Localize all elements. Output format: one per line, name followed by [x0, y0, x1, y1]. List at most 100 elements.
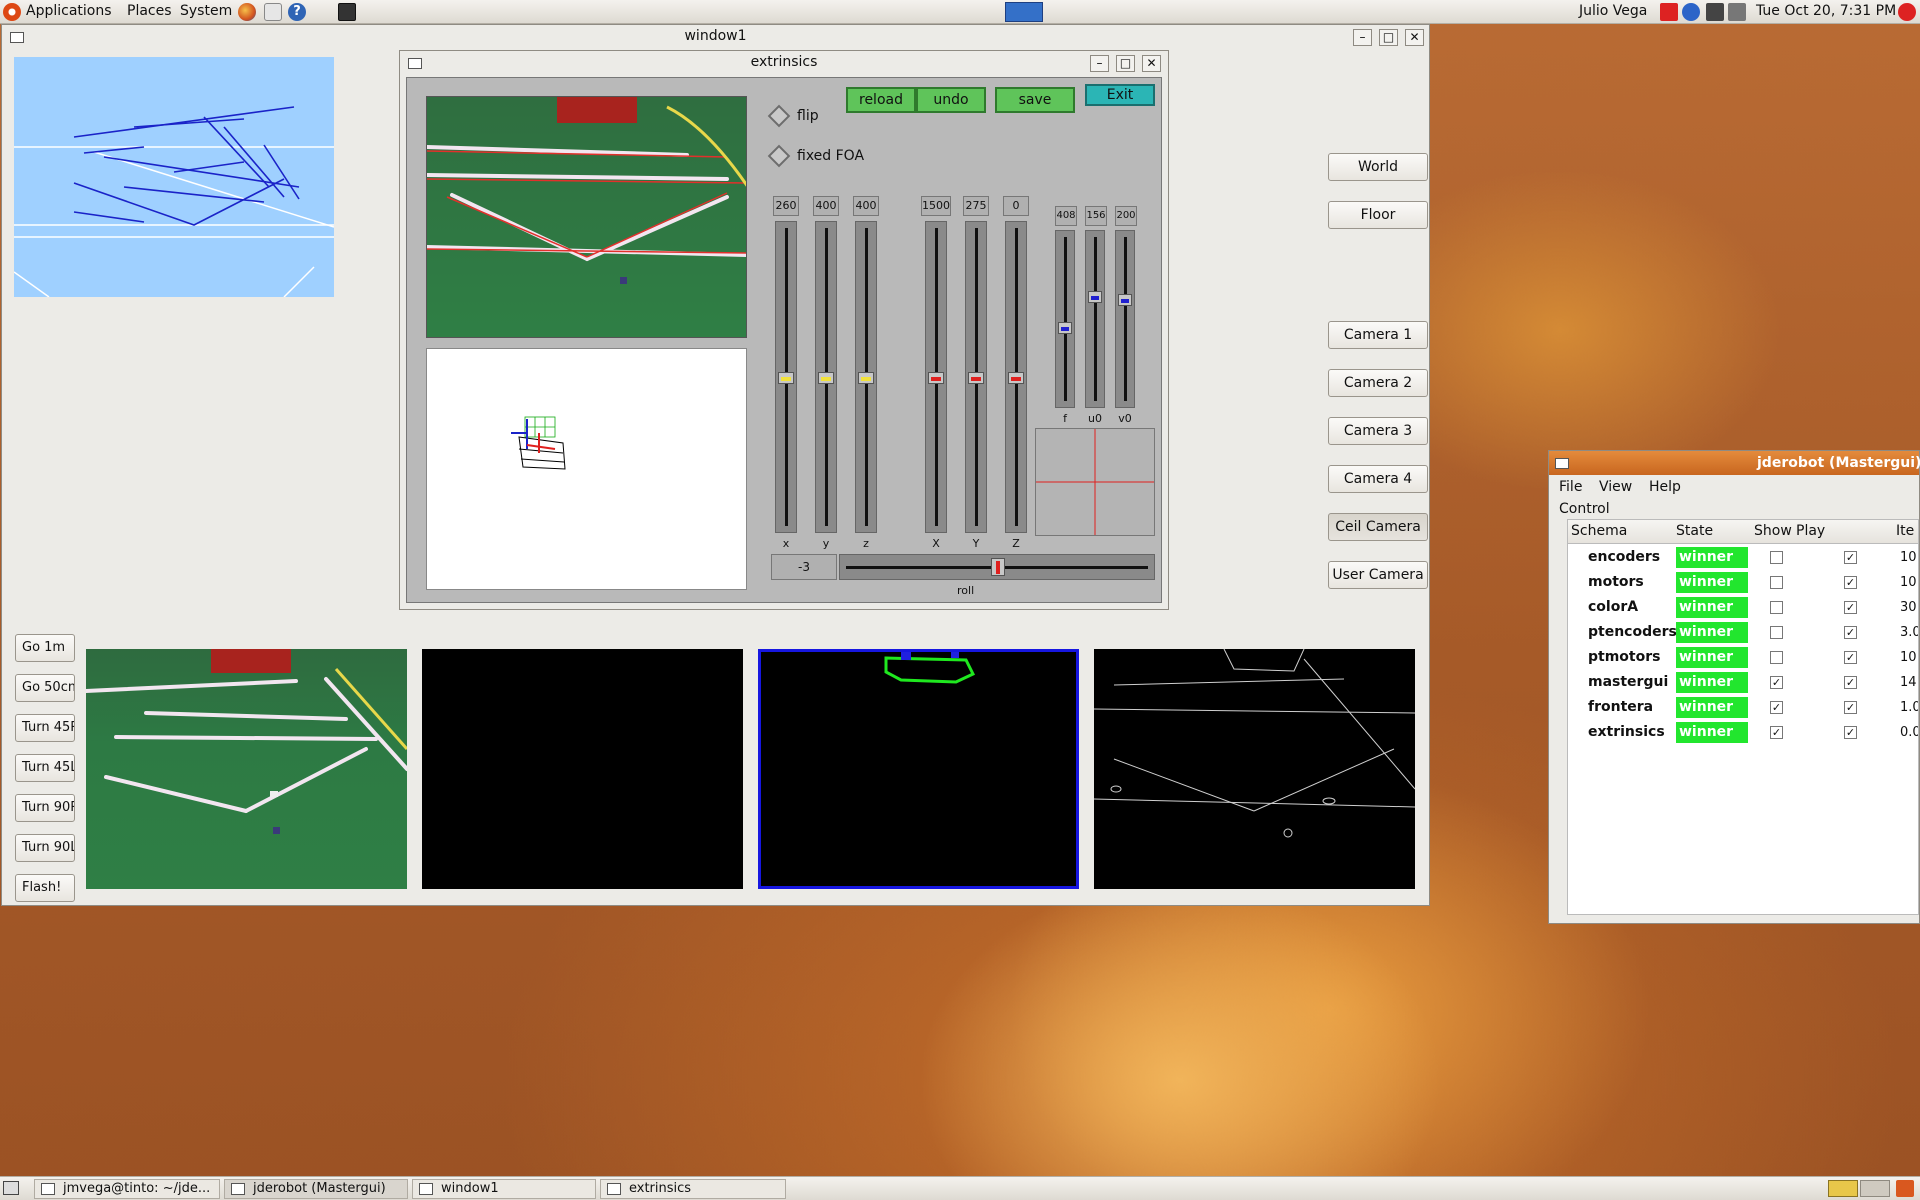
network-icon[interactable] — [1706, 3, 1724, 21]
extrinsics-camera-view[interactable] — [426, 96, 747, 338]
camera-1-button[interactable]: Camera 1 — [1328, 321, 1428, 349]
ubuntu-logo-icon[interactable] — [3, 3, 21, 21]
flip-toggle[interactable] — [767, 104, 791, 128]
workspace-2[interactable] — [1860, 1180, 1890, 1197]
task-extrinsics[interactable]: extrinsics — [600, 1179, 786, 1199]
task-mastergui[interactable]: jderobot (Mastergui) — [224, 1179, 408, 1199]
play-checkbox[interactable]: ✓ — [1844, 576, 1857, 589]
firefox-icon[interactable] — [238, 3, 256, 21]
camera-3-image[interactable] — [758, 649, 1079, 889]
close-button[interactable]: ✕ — [1142, 55, 1161, 72]
table-row[interactable]: extrinsics winner ✓ ✓ 0.0 — [1568, 721, 1918, 746]
slider-u0-thumb[interactable] — [1088, 291, 1102, 303]
show-checkbox[interactable] — [1770, 626, 1783, 639]
extrinsics-3d-view[interactable] — [426, 348, 747, 590]
camera-3-button[interactable]: Camera 3 — [1328, 417, 1428, 445]
floor-button[interactable]: Floor — [1328, 201, 1428, 229]
table-row[interactable]: ptencoders winner ✓ 3.0 — [1568, 621, 1918, 646]
slider-f-thumb[interactable] — [1058, 322, 1072, 334]
fixed-foa-toggle[interactable] — [767, 144, 791, 168]
mastergui-titlebar[interactable]: jderobot (Mastergui) — [1549, 451, 1920, 475]
maximize-button[interactable]: □ — [1116, 55, 1135, 72]
window-menu-icon[interactable] — [10, 32, 24, 43]
play-checkbox[interactable]: ✓ — [1844, 626, 1857, 639]
update-notifier-icon[interactable] — [1660, 3, 1678, 21]
camera-4-button[interactable]: Camera 4 — [1328, 465, 1428, 493]
menu-applications[interactable]: Applications — [26, 3, 112, 19]
slider-x[interactable] — [775, 221, 797, 533]
maximize-button[interactable]: □ — [1379, 29, 1398, 46]
table-row[interactable]: ptmotors winner ✓ 10 — [1568, 646, 1918, 671]
user-camera-button[interactable]: User Camera — [1328, 561, 1428, 589]
bluetooth-icon[interactable] — [1682, 3, 1700, 21]
col-play[interactable]: Play — [1796, 523, 1825, 539]
slider-y[interactable] — [815, 221, 837, 533]
slider-X-thumb[interactable] — [928, 372, 944, 384]
task-window1[interactable]: window1 — [412, 1179, 596, 1199]
slider-Z-thumb[interactable] — [1008, 372, 1024, 384]
camera-2-image[interactable] — [422, 649, 743, 889]
play-checkbox[interactable]: ✓ — [1844, 601, 1857, 614]
slider-X[interactable] — [925, 221, 947, 533]
table-row[interactable]: motors winner ✓ 10 — [1568, 571, 1918, 596]
menu-view[interactable]: View — [1599, 479, 1632, 495]
show-checkbox[interactable] — [1770, 576, 1783, 589]
window-menu-icon[interactable] — [1555, 458, 1569, 469]
table-row[interactable]: frontera winner ✓ ✓ 1.0 — [1568, 696, 1918, 721]
window1-titlebar[interactable]: window1 — [2, 25, 1429, 49]
terminal-icon[interactable] — [338, 3, 356, 21]
window-menu-icon[interactable] — [408, 58, 422, 69]
menu-places[interactable]: Places — [127, 3, 172, 19]
slider-Y-thumb[interactable] — [968, 372, 984, 384]
slider-u0[interactable] — [1085, 230, 1105, 408]
flash-button[interactable]: Flash! — [15, 874, 75, 902]
play-checkbox[interactable]: ✓ — [1844, 551, 1857, 564]
play-checkbox[interactable]: ✓ — [1844, 676, 1857, 689]
turn-90l-button[interactable]: Turn 90L — [15, 834, 75, 862]
slider-z[interactable] — [855, 221, 877, 533]
turn-45l-button[interactable]: Turn 45L — [15, 754, 75, 782]
show-checkbox[interactable]: ✓ — [1770, 701, 1783, 714]
task-terminal[interactable]: jmvega@tinto: ~/jde... — [34, 1179, 220, 1199]
table-row[interactable]: mastergui winner ✓ ✓ 14 — [1568, 671, 1918, 696]
show-checkbox[interactable] — [1770, 551, 1783, 564]
show-checkbox[interactable] — [1770, 651, 1783, 664]
camera-2-button[interactable]: Camera 2 — [1328, 369, 1428, 397]
go-1m-button[interactable]: Go 1m — [15, 634, 75, 662]
col-schema[interactable]: Schema — [1571, 523, 1627, 539]
turn-45r-button[interactable]: Turn 45R — [15, 714, 75, 742]
user-name[interactable]: Julio Vega — [1579, 3, 1647, 19]
table-row[interactable]: encoders winner ✓ 10 — [1568, 546, 1918, 571]
camera-4-edges-image[interactable] — [1094, 649, 1415, 889]
close-button[interactable]: ✕ — [1405, 29, 1424, 46]
slider-y-thumb[interactable] — [818, 372, 834, 384]
slider-z-thumb[interactable] — [858, 372, 874, 384]
mail-icon[interactable] — [264, 3, 282, 21]
play-checkbox[interactable]: ✓ — [1844, 701, 1857, 714]
menu-file[interactable]: File — [1559, 479, 1582, 495]
ceil-camera-button[interactable]: Ceil Camera — [1328, 513, 1428, 541]
show-checkbox[interactable] — [1770, 601, 1783, 614]
slider-v0-thumb[interactable] — [1118, 294, 1132, 306]
extrinsics-titlebar[interactable]: extrinsics — [400, 51, 1168, 75]
roll-slider[interactable] — [839, 554, 1155, 580]
optical-center-pad[interactable] — [1035, 428, 1155, 536]
undo-button[interactable]: undo — [916, 87, 986, 113]
turn-90r-button[interactable]: Turn 90R — [15, 794, 75, 822]
world-view[interactable] — [14, 57, 334, 297]
col-state[interactable]: State — [1676, 523, 1713, 539]
slider-x-thumb[interactable] — [778, 372, 794, 384]
menu-system[interactable]: System — [180, 3, 232, 19]
col-show[interactable]: Show — [1754, 523, 1792, 539]
volume-icon[interactable] — [1728, 3, 1746, 21]
help-icon[interactable]: ? — [288, 3, 306, 21]
trash-icon[interactable] — [1896, 1180, 1914, 1197]
show-checkbox[interactable]: ✓ — [1770, 726, 1783, 739]
reload-button[interactable]: reload — [846, 87, 916, 113]
play-checkbox[interactable]: ✓ — [1844, 726, 1857, 739]
go-50cm-button[interactable]: Go 50cm — [15, 674, 75, 702]
world-button[interactable]: World — [1328, 153, 1428, 181]
power-icon[interactable] — [1898, 3, 1916, 21]
camera-1-image[interactable] — [86, 649, 407, 889]
workspace-1[interactable] — [1828, 1180, 1858, 1197]
